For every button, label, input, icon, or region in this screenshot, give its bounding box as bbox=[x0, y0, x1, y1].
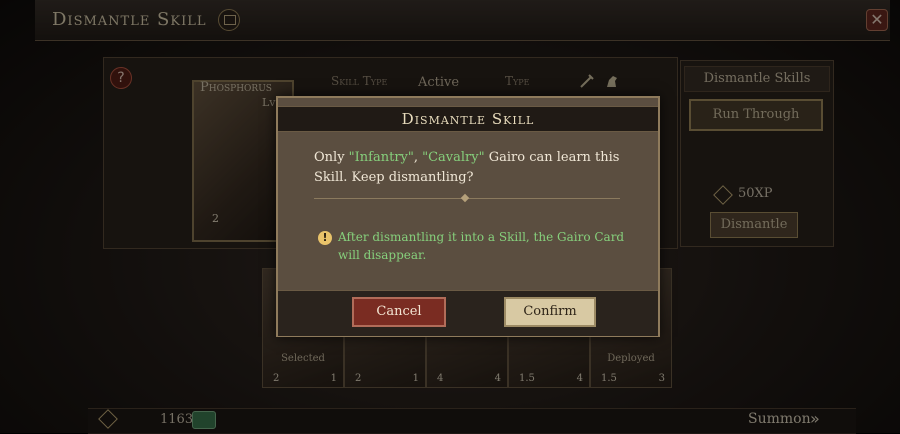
dialog-header: Dismantle Skill bbox=[278, 106, 658, 132]
cavalry-highlight: "Cavalry" bbox=[422, 150, 485, 165]
divider-ornament bbox=[460, 193, 470, 203]
warning-text: After dismantling it into a Skill, the G… bbox=[338, 230, 625, 262]
dialog-title: Dismantle Skill bbox=[401, 110, 535, 128]
warning-icon: ! bbox=[318, 231, 332, 245]
msg-prefix: Only bbox=[314, 150, 349, 165]
confirm-button[interactable]: Confirm bbox=[504, 297, 596, 327]
confirm-dialog: Dismantle Skill Only "Infantry", "Cavalr… bbox=[276, 96, 660, 337]
infantry-highlight: "Infantry" bbox=[348, 150, 414, 165]
msg-separator: , bbox=[413, 150, 423, 165]
cancel-button[interactable]: Cancel bbox=[352, 297, 446, 327]
dialog-footer bbox=[278, 290, 658, 336]
dialog-message: Only "Infantry", "Cavalry" Gairo can lea… bbox=[314, 148, 634, 188]
